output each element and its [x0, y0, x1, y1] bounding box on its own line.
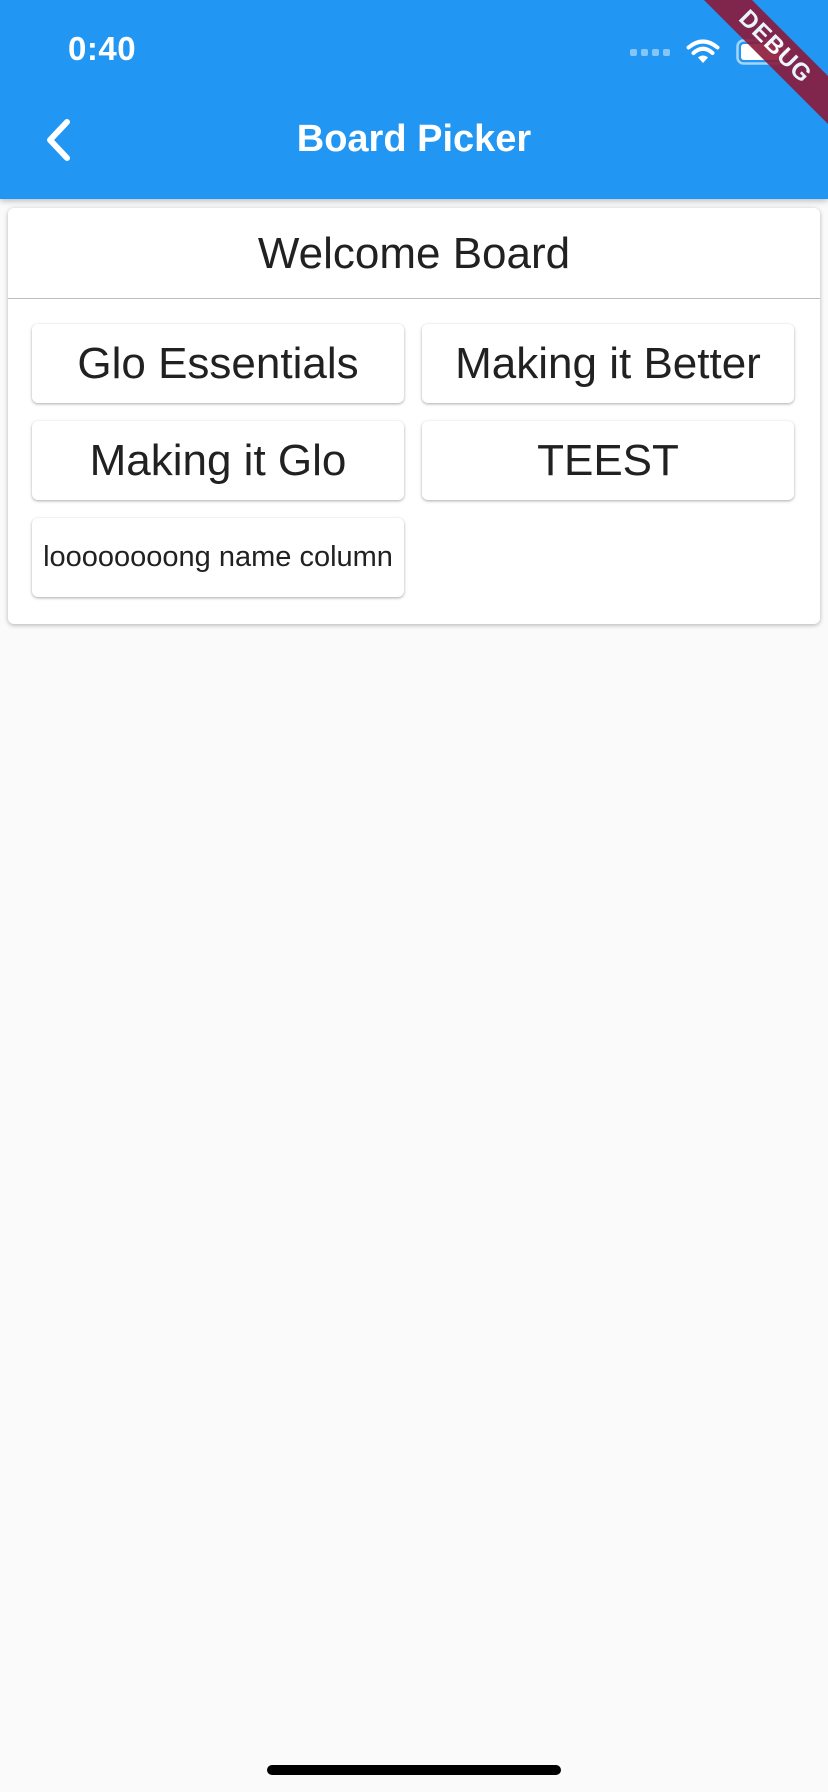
board-title: Welcome Board [8, 208, 820, 299]
board-card: Welcome Board Glo Essentials Making it B… [8, 208, 820, 624]
wifi-icon [686, 39, 720, 63]
column-button[interactable]: Glo Essentials [32, 324, 404, 403]
status-time: 0:40 [68, 30, 137, 67]
column-button[interactable]: loooooooong name column [32, 518, 404, 597]
column-grid: Glo Essentials Making it Better Making i… [32, 324, 798, 597]
cellular-signal-icon [630, 48, 670, 56]
column-button[interactable]: TEEST [422, 421, 794, 500]
column-button[interactable]: Making it Glo [32, 421, 404, 500]
app-bar: 0:40 Board Picker [0, 0, 828, 199]
column-button[interactable]: Making it Better [422, 324, 794, 403]
status-icons [630, 32, 790, 72]
page-title: Board Picker [296, 118, 532, 160]
home-indicator[interactable] [267, 1765, 561, 1775]
battery-icon [736, 39, 789, 65]
